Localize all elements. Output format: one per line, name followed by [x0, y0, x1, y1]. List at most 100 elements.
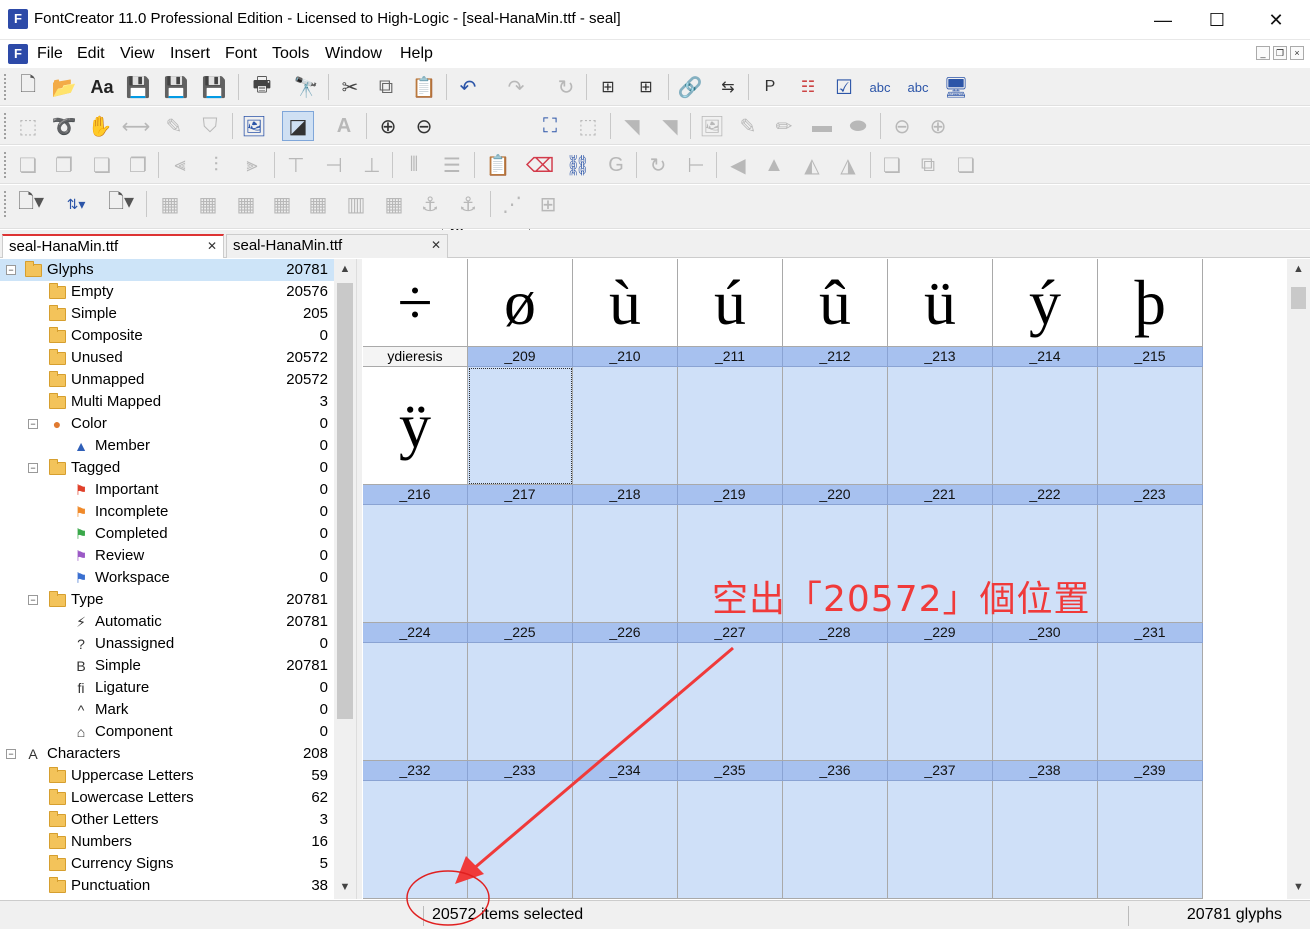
distribute-v-icon[interactable]: ☰ — [436, 150, 468, 180]
node-icon[interactable]: ⋰ — [496, 189, 528, 219]
glyph-name-label[interactable]: _211 — [678, 347, 783, 367]
empty-glyph-cell[interactable] — [993, 643, 1098, 761]
ungroup-icon[interactable]: ❐ — [48, 150, 80, 180]
tree-item-ligature[interactable]: fi Ligature 0 — [0, 677, 334, 699]
collapse-icon[interactable]: − — [28, 419, 38, 429]
glyph-cell[interactable]: þ — [1098, 259, 1203, 347]
mdi-restore-button[interactable]: ❐ — [1273, 46, 1287, 60]
glyph-name-label[interactable]: _214 — [993, 347, 1098, 367]
align-right-icon[interactable]: ⫸ — [236, 150, 268, 180]
close-icon[interactable]: ✕ — [207, 239, 217, 253]
anchor-icon[interactable]: ⚓ — [414, 189, 446, 219]
glyph-cell[interactable]: ú — [678, 259, 783, 347]
new-glyph-icon[interactable]: 🗋▾ — [12, 189, 50, 219]
empty-glyph-cell[interactable] — [573, 781, 678, 899]
tree-item-incomplete[interactable]: ⚑ Incomplete 0 — [0, 501, 334, 523]
empty-glyph-cell[interactable] — [993, 781, 1098, 899]
empty-glyph-cell[interactable] — [573, 643, 678, 761]
mdi-minimize-button[interactable]: _ — [1256, 46, 1270, 60]
convert-icon[interactable]: ⛓ — [562, 150, 594, 180]
forward-icon[interactable]: ⊕ — [922, 111, 954, 141]
font-outline-icon[interactable]: A — [328, 111, 360, 141]
tree-item-color[interactable]: − ● Color 0 — [0, 413, 334, 435]
refresh-icon[interactable]: ↻ — [550, 72, 582, 102]
empty-glyph-cell[interactable] — [888, 643, 993, 761]
glyph-cell[interactable]: ø — [468, 259, 573, 347]
rotate-icon[interactable]: ↻ — [642, 150, 674, 180]
save-icon[interactable]: 💾 — [122, 72, 154, 102]
menu-view[interactable]: View — [120, 45, 154, 63]
empty-glyph-cell[interactable] — [678, 781, 783, 899]
tree-item-multi-mapped[interactable]: Multi Mapped 3 — [0, 391, 334, 413]
grid-lock-icon[interactable]: ▦ — [302, 189, 334, 219]
corner-icon[interactable]: ◥ — [616, 111, 648, 141]
grid-icon[interactable]: ▦ — [154, 189, 186, 219]
eraser-icon[interactable]: ⌫ — [524, 150, 556, 180]
transform-icon[interactable]: ⇆ — [712, 72, 744, 102]
image-icon[interactable]: 🖼 — [696, 111, 728, 141]
glyph-name-label[interactable]: _226 — [573, 623, 678, 643]
glyph-cell[interactable]: ý — [993, 259, 1098, 347]
redo-icon[interactable]: ↷ — [500, 72, 532, 102]
empty-glyph-cell[interactable] — [363, 643, 468, 761]
glyph-name-label[interactable]: _229 — [888, 623, 993, 643]
anchor-add-icon[interactable]: ⚓ — [452, 189, 484, 219]
tree-item-glyphs[interactable]: − Glyphs 20781 — [0, 259, 334, 281]
zoom-out-icon[interactable]: ⊖ — [408, 111, 440, 141]
insert-character-icon[interactable]: ⊞ — [592, 72, 624, 102]
corner-node-icon[interactable]: ◥ — [654, 111, 686, 141]
collapse-icon[interactable]: − — [6, 265, 16, 275]
open-folder-icon[interactable]: 📂 — [48, 72, 80, 102]
tree-item-lowercase-letters[interactable]: Lowercase Letters 62 — [0, 787, 334, 809]
tree-item-important[interactable]: ⚑ Important 0 — [0, 479, 334, 501]
flip-up-icon[interactable]: ▲ — [758, 150, 790, 180]
align-bottom-icon[interactable]: ⊥ — [356, 150, 388, 180]
flip-v-icon[interactable]: ◮ — [832, 150, 864, 180]
empty-glyph-cell[interactable] — [1098, 367, 1203, 485]
skew-icon[interactable]: ⊢ — [680, 150, 712, 180]
zoom-selection-icon[interactable]: ⬚ — [572, 111, 604, 141]
tree-item-component[interactable]: ⌂ Component 0 — [0, 721, 334, 743]
glyph-name-label[interactable]: _219 — [678, 485, 783, 505]
app-icon[interactable]: F — [8, 9, 28, 29]
flip-h-icon[interactable]: ◭ — [796, 150, 828, 180]
undo-icon[interactable]: ↶ — [452, 72, 484, 102]
empty-glyph-cell[interactable] — [363, 505, 468, 623]
align-top-icon[interactable]: ⊤ — [280, 150, 312, 180]
empty-glyph-cell[interactable] — [573, 505, 678, 623]
menu-help[interactable]: Help — [400, 45, 433, 63]
tree-item-simple[interactable]: B Simple 20781 — [0, 655, 334, 677]
glyph-name-label[interactable]: _230 — [993, 623, 1098, 643]
mdi-close-button[interactable]: × — [1290, 46, 1304, 60]
find-icon[interactable]: 🔭 — [290, 72, 322, 102]
empty-glyph-cell[interactable] — [1098, 643, 1203, 761]
glyph-name-label[interactable]: _222 — [993, 485, 1098, 505]
tree-item-automatic[interactable]: ⚡ Automatic 20781 — [0, 611, 334, 633]
glyph-name-label[interactable]: _236 — [783, 761, 888, 781]
union-icon[interactable]: ❏ — [876, 150, 908, 180]
paste-icon[interactable]: 📋 — [408, 72, 440, 102]
tree-item-punctuation[interactable]: Punctuation 38 — [0, 875, 334, 897]
node-grid-icon[interactable]: ⊞ — [532, 189, 564, 219]
back-icon[interactable]: ⊖ — [886, 111, 918, 141]
tree-item-review[interactable]: ⚑ Review 0 — [0, 545, 334, 567]
scroll-thumb[interactable] — [1291, 287, 1306, 309]
empty-glyph-cell[interactable] — [468, 505, 573, 623]
glyph-name-label[interactable]: _210 — [573, 347, 678, 367]
insert-glyph-icon[interactable]: ⊞ — [630, 72, 662, 102]
save-as-icon[interactable]: 💾 — [198, 72, 230, 102]
align-left-icon[interactable]: ⫷ — [164, 150, 196, 180]
glyph-cell[interactable]: ÷ — [363, 259, 468, 347]
empty-glyph-cell[interactable] — [888, 367, 993, 485]
document-system-menu-icon[interactable]: F — [8, 44, 28, 64]
glyph-g-icon[interactable]: G — [600, 150, 632, 180]
tree-item-currency-signs[interactable]: Currency Signs 5 — [0, 853, 334, 875]
menu-file[interactable]: File — [37, 45, 63, 63]
copy-icon[interactable]: ⧉ — [370, 72, 402, 102]
grid-scrollbar[interactable]: ▲ ▼ — [1287, 259, 1310, 899]
toolbar-grip[interactable] — [3, 190, 7, 218]
install-font-icon[interactable]: 🖥 — [940, 72, 972, 102]
empty-glyph-cell[interactable] — [468, 781, 573, 899]
combine-icon[interactable]: ❏ — [86, 150, 118, 180]
glyph-cell[interactable]: ü — [888, 259, 993, 347]
